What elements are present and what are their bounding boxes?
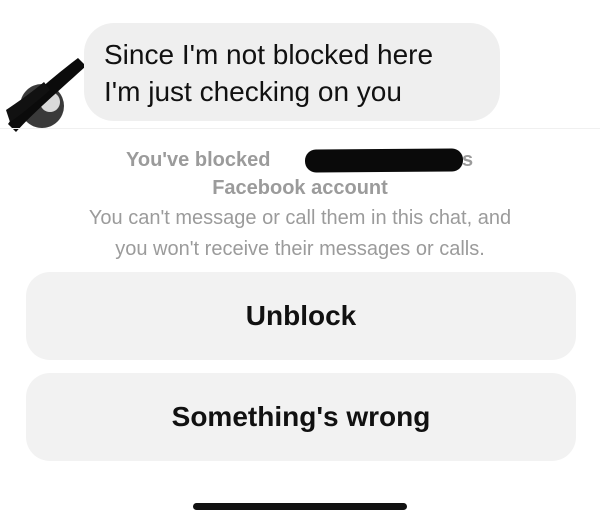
- notice-title-prefix: You've blocked: [126, 149, 271, 171]
- blocked-notice: You've blocked s Facebook account You ca…: [0, 146, 600, 264]
- notice-description-line-2: you won't receive their messages or call…: [115, 238, 485, 260]
- message-line-1: Since I'm not blocked here: [104, 39, 434, 70]
- redacted-avatar-icon: [6, 58, 86, 132]
- notice-title-suffix: s: [462, 149, 474, 171]
- message-line-2: I'm just checking on you: [104, 76, 402, 107]
- redaction-bar: [304, 148, 464, 173]
- divider: [0, 128, 600, 129]
- notice-title: You've blocked s: [0, 146, 600, 174]
- notice-account-label: Facebook account: [212, 177, 388, 199]
- notice-description-line-1: You can't message or call them in this c…: [88, 207, 512, 229]
- avatar[interactable]: [4, 52, 92, 136]
- home-indicator[interactable]: [193, 503, 407, 510]
- something-wrong-button[interactable]: Something's wrong: [26, 373, 576, 461]
- message-bubble[interactable]: Since I'm not blocked here I'm just chec…: [84, 23, 500, 121]
- unblock-button[interactable]: Unblock: [26, 272, 576, 360]
